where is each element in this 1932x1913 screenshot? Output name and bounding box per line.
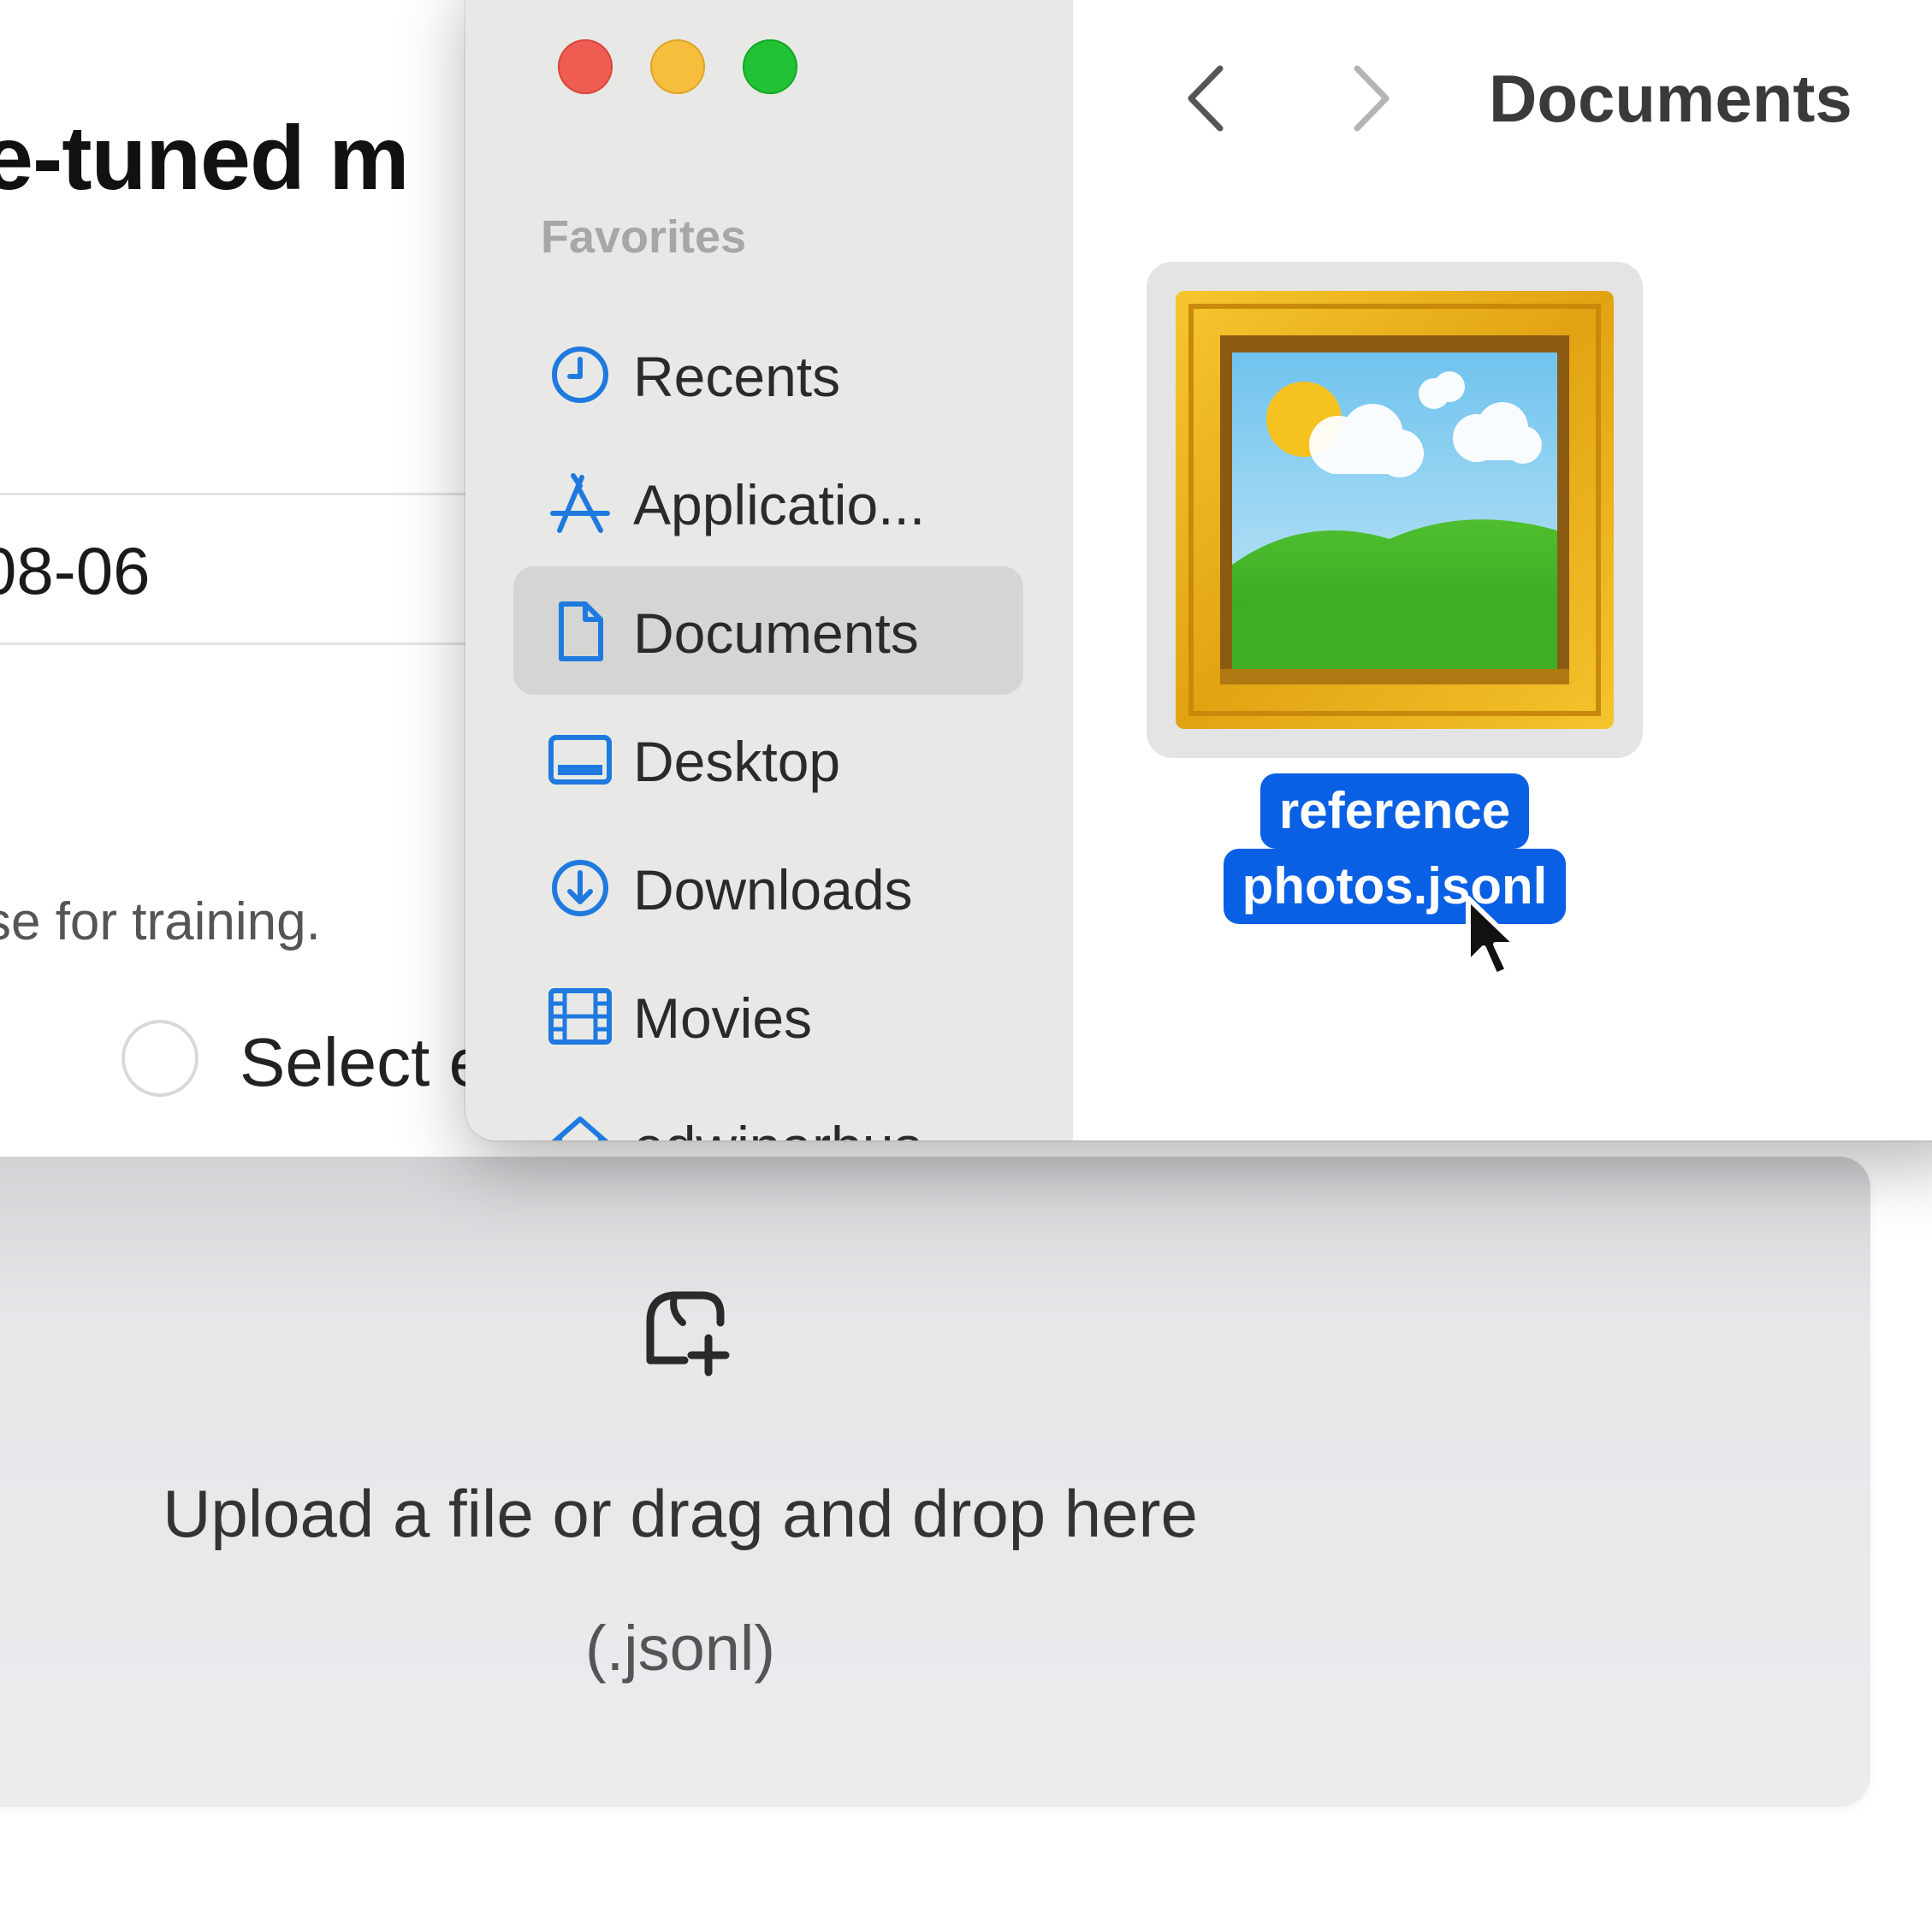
folder-title: Documents: [1489, 61, 1852, 136]
training-helper-text: se for training.: [0, 892, 321, 951]
sidebar-item-applications[interactable]: Applicatio...: [513, 438, 1023, 566]
download-icon: [552, 860, 608, 916]
sidebar-item-label: Movies: [633, 986, 813, 1050]
desktop-icon: [548, 735, 612, 785]
chevron-left-icon[interactable]: [1176, 60, 1236, 137]
file-name-line1: reference: [1259, 773, 1530, 849]
select-existing-label: Select e: [240, 1024, 488, 1100]
select-existing-radio[interactable]: [121, 1020, 199, 1097]
clock-icon: [552, 346, 608, 403]
model-suffix-value: 08-06: [0, 533, 151, 608]
film-icon: [548, 988, 612, 1045]
chevron-right-icon[interactable]: [1342, 60, 1402, 137]
minimize-window-button[interactable]: [650, 39, 705, 94]
file-item-reference-photos[interactable]: reference photos.jsonl: [1147, 262, 1677, 924]
sidebar-item-label: Desktop: [633, 730, 841, 793]
sidebar-item-movies[interactable]: Movies: [513, 951, 1023, 1080]
sidebar-item-label: edwinarbus: [633, 1114, 922, 1140]
image-plus-icon: [646, 1291, 730, 1377]
home-icon: [551, 1116, 609, 1140]
finder-window: Favorites Recents Applicatio... Document…: [465, 0, 1932, 1140]
sidebar-item-label: Documents: [633, 601, 919, 665]
zoom-window-button[interactable]: [743, 39, 797, 94]
sidebar-item-label: Downloads: [633, 858, 913, 921]
close-window-button[interactable]: [558, 39, 613, 94]
document-icon: [559, 601, 603, 661]
sidebar-item-desktop[interactable]: Desktop: [513, 695, 1023, 823]
sidebar-item-label: Applicatio...: [633, 473, 926, 536]
sidebar-item-label: Recents: [633, 345, 841, 408]
sidebar-item-home[interactable]: edwinarbus: [513, 1080, 1023, 1140]
finder-sidebar: Favorites Recents Applicatio... Document…: [465, 0, 1075, 1140]
file-name-label[interactable]: reference photos.jsonl: [1147, 773, 1643, 924]
framed-picture-icon: [1176, 291, 1614, 729]
sidebar-section-favorites: Favorites: [541, 211, 747, 263]
upload-instruction: Upload a file or drag and drop here: [163, 1476, 1198, 1551]
sidebar-item-recents[interactable]: Recents: [513, 310, 1023, 438]
applications-icon: [550, 473, 610, 533]
sidebar-item-documents[interactable]: Documents: [513, 566, 1023, 695]
page-title: e-tuned m: [0, 108, 409, 209]
mouse-pointer-icon: [1466, 896, 1519, 978]
sidebar-item-downloads[interactable]: Downloads: [513, 823, 1023, 951]
upload-file-types: (.jsonl): [584, 1613, 776, 1684]
